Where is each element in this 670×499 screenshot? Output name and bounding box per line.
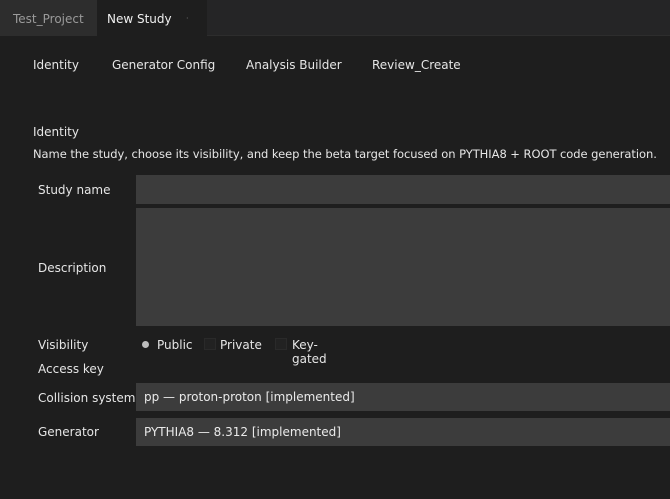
visibility-label: Visibility bbox=[38, 338, 89, 352]
visibility-option-label: Private bbox=[220, 338, 262, 352]
section-tab-identity[interactable]: Identity bbox=[33, 58, 79, 72]
radio-selected-icon bbox=[142, 341, 149, 348]
section-tab-analysis-builder[interactable]: Analysis Builder bbox=[246, 58, 342, 72]
radio-unselected-icon bbox=[204, 338, 216, 350]
editor-tab-bar: Test_Project New Study · bbox=[0, 0, 670, 36]
tab-label: New Study bbox=[107, 12, 172, 26]
description-label: Description bbox=[38, 261, 107, 275]
section-heading: Identity bbox=[33, 125, 79, 139]
tab-new-study[interactable]: New Study · bbox=[97, 0, 207, 36]
section-tab-review-create[interactable]: Review_Create bbox=[372, 58, 461, 72]
generator-label: Generator bbox=[38, 425, 99, 439]
study-name-input[interactable] bbox=[136, 175, 670, 204]
radio-unselected-icon bbox=[275, 338, 287, 350]
generator-value: PYTHIA8 — 8.312 [implemented] bbox=[144, 425, 341, 439]
tab-test-project[interactable]: Test_Project bbox=[0, 0, 97, 36]
collision-system-label: Collision system bbox=[38, 391, 136, 405]
generator-select[interactable]: PYTHIA8 — 8.312 [implemented] bbox=[136, 418, 670, 446]
section-description: Name the study, choose its visibility, a… bbox=[33, 147, 657, 161]
description-textarea[interactable] bbox=[136, 208, 670, 326]
close-icon[interactable]: · bbox=[186, 0, 189, 38]
collision-system-select[interactable]: pp — proton-proton [implemented] bbox=[136, 383, 670, 411]
study-name-label: Study name bbox=[38, 183, 111, 197]
access-key-label: Access key bbox=[38, 362, 104, 376]
collision-system-value: pp — proton-proton [implemented] bbox=[144, 390, 355, 404]
visibility-option-label: Public bbox=[157, 338, 193, 352]
visibility-option-label: Key-gated bbox=[292, 338, 327, 366]
tab-label: Test_Project bbox=[13, 12, 84, 26]
section-tab-generator-config[interactable]: Generator Config bbox=[112, 58, 215, 72]
